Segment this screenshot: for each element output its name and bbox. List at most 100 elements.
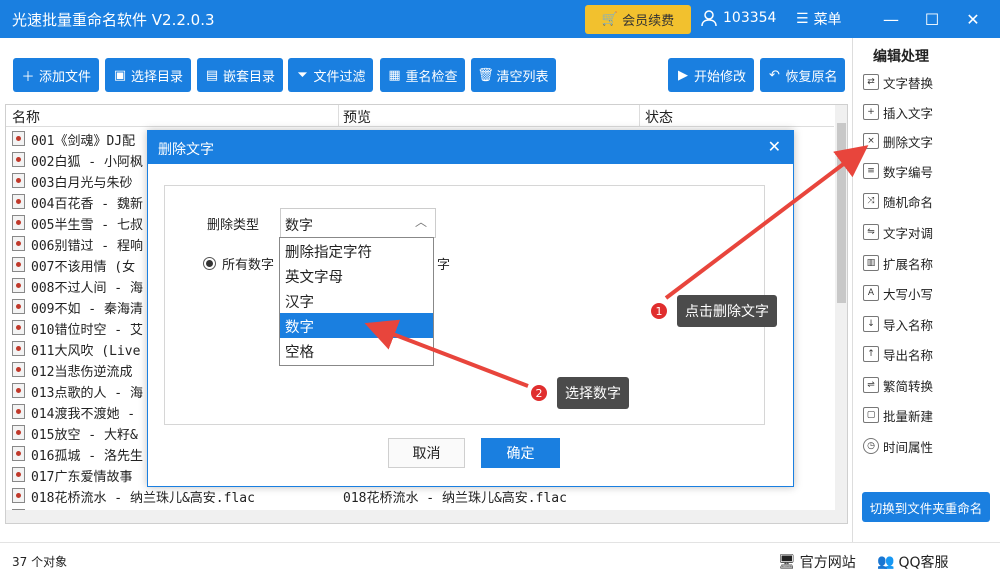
restore-name-button[interactable]: ↶ 恢复原名 [760,58,845,92]
row-name: 013点歌的人 - 海 [31,386,143,401]
close-icon: ✕ [966,9,980,29]
row-name: 014渡我不渡她 - [31,407,136,422]
row-name: 016孤城 - 洛先生 [31,449,143,464]
dialog-body: 删除类型 数字 ︿ 所有数字 字 [164,185,765,425]
radio-all-digits[interactable]: 所有数字 [203,254,274,273]
panel-item-convert[interactable]: ⇌ 繁简转换 [863,374,933,396]
delete-type-select[interactable]: 数字 ︿ [280,208,436,238]
menu-button[interactable]: ☰ 菜单 [796,9,842,29]
panel-item-export[interactable]: ↑ 导出名称 [863,343,933,365]
row-name: 017广东爱情故事 [31,470,133,485]
select-dir-button[interactable]: ▣ 选择目录 [105,58,191,92]
option-digits[interactable]: 数字 [280,313,433,338]
minimize-button[interactable]: — [880,8,902,30]
option-chinese[interactable]: 汉字 [280,288,433,313]
audio-file-icon [12,467,25,482]
horizontal-scrollbar[interactable] [6,510,835,523]
edit-panel: 编辑处理 ⇄ 文字替换 + 插入文字 × 删除文字 ≡ 数字编号 ⤨ 随机命名 ⇋ 文字对调… [852,38,1000,542]
rename-check-button[interactable]: ▦ 重名检查 [380,58,465,92]
add-file-button[interactable]: ＋添加文件 [13,58,99,92]
panel-item-replace[interactable]: ⇄ 文字替换 [863,71,933,93]
cancel-button[interactable]: 取消 [388,438,465,468]
filter-icon: ⏷ [297,67,308,83]
scroll-thumb[interactable] [837,123,846,303]
case-icon: A [863,285,879,301]
row-name: 001《剑魂》DJ配 [31,134,136,149]
clock-icon: ◷ [863,438,879,454]
start-modify-button[interactable]: ▶ 开始修改 [668,58,754,92]
row-name: 011大风吹 (Live [31,344,141,359]
audio-file-icon [12,446,25,461]
ok-button[interactable]: 确定 [481,438,560,468]
panel-item-time[interactable]: ◷ 时间属性 [863,435,933,457]
option-letters[interactable]: 英文字母 [280,263,433,288]
audio-file-icon [12,152,25,167]
column-preview[interactable]: 预览 [343,107,371,127]
monitor-icon: 🖥 [778,554,796,570]
audio-file-icon [12,194,25,209]
dialog-title-bar: 删除文字 ✕ [148,131,793,164]
exchange-icon: ⇋ [863,224,879,240]
radio-other-label[interactable]: 字 [437,254,450,273]
file-filter-button[interactable]: ⏷ 文件过滤 [288,58,373,92]
panel-item-extension[interactable]: ▥ 扩展名称 [863,252,933,274]
panel-item-swap[interactable]: ⇋ 文字对调 [863,221,933,243]
qq-support-link[interactable]: 👥 QQ客服 [877,552,948,572]
row-name: 006别错过 - 程响 [31,239,143,254]
trash-icon: 🗑 [477,67,494,83]
panel-item-number[interactable]: ≡ 数字编号 [863,160,933,182]
nested-dir-button[interactable]: ▤ 嵌套目录 [197,58,283,92]
toolbar: ＋添加文件 ▣ 选择目录 ▤ 嵌套目录 ⏷ 文件过滤 ▦ 重名检查 🗑 清空列表 ▶ 开始修… [0,38,852,104]
audio-file-icon [12,131,25,146]
dialog-close-icon[interactable]: ✕ [768,137,781,156]
option-specific-chars[interactable]: 删除指定字符 [280,238,433,263]
panel-item-import[interactable]: ↓ 导入名称 [863,313,933,335]
step1-callout: 点击删除文字 [677,295,777,327]
app-title: 光速批量重命名软件 V2.2.0.3 [12,11,215,29]
undo-icon: ↶ [769,67,780,83]
panel-item-delete[interactable]: × 删除文字 [863,130,933,152]
panel-item-random[interactable]: ⤨ 随机命名 [863,190,933,212]
row-preview: 018花桥流水 - 纳兰珠儿&高安.flac [343,491,567,506]
column-status[interactable]: 状态 [645,107,673,127]
panel-item-insert[interactable]: + 插入文字 [863,101,933,123]
panel-item-case[interactable]: A 大写小写 [863,282,933,304]
user-account[interactable]: 103354 [700,9,776,27]
import-icon: ↓ [863,316,879,332]
delete-type-dropdown[interactable]: 删除指定字符 英文字母 汉字 数字 空格 [279,237,434,366]
table-row[interactable]: 018花桥流水 - 纳兰珠儿&高安.flac 018花桥流水 - 纳兰珠儿&高安.… [6,485,834,506]
column-name[interactable]: 名称 [12,107,40,127]
switch-folder-rename-button[interactable]: 切换到文件夹重命名 [862,492,990,522]
audio-file-icon [12,257,25,272]
vip-renew-button[interactable]: 🛒 会员续费 [585,5,691,34]
vertical-scrollbar[interactable] [835,105,847,523]
people-icon: 👥 [877,554,895,570]
maximize-button[interactable]: ☐ [921,8,943,30]
audio-file-icon [12,425,25,440]
audio-file-icon [12,299,25,314]
check-icon: ▦ [388,67,401,83]
shuffle-icon: ⤨ [863,193,879,209]
audio-file-icon [12,215,25,230]
insert-icon: + [863,104,879,120]
row-name: 003白月光与朱砂 [31,176,133,191]
edit-panel-title: 编辑处理 [873,49,929,65]
list-number-icon: ≡ [863,163,879,179]
official-website-link[interactable]: 🖥 官方网站 [778,552,856,572]
delete-type-label: 删除类型 [207,218,260,233]
panel-item-batch-new[interactable]: ▢ 批量新建 [863,404,933,426]
row-name: 009不如 - 秦海清 [31,302,143,317]
title-bar: 光速批量重命名软件 V2.2.0.3 🛒 会员续费 103354 ☰ 菜单 — … [0,0,1000,38]
row-name: 008不过人间 - 海 [31,281,143,296]
clear-list-button[interactable]: 🗑 清空列表 [471,58,556,92]
audio-file-icon [12,362,25,377]
row-name: 015放空 - 大籽& [31,428,138,443]
export-icon: ↑ [863,346,879,362]
play-icon: ▶ [677,67,688,83]
audio-file-icon [12,404,25,419]
audio-file-icon [12,488,25,503]
audio-file-icon [12,278,25,293]
option-spaces[interactable]: 空格 [280,338,433,363]
close-button[interactable]: ✕ [962,8,984,30]
row-name: 012当悲伤逆流成 [31,365,133,380]
